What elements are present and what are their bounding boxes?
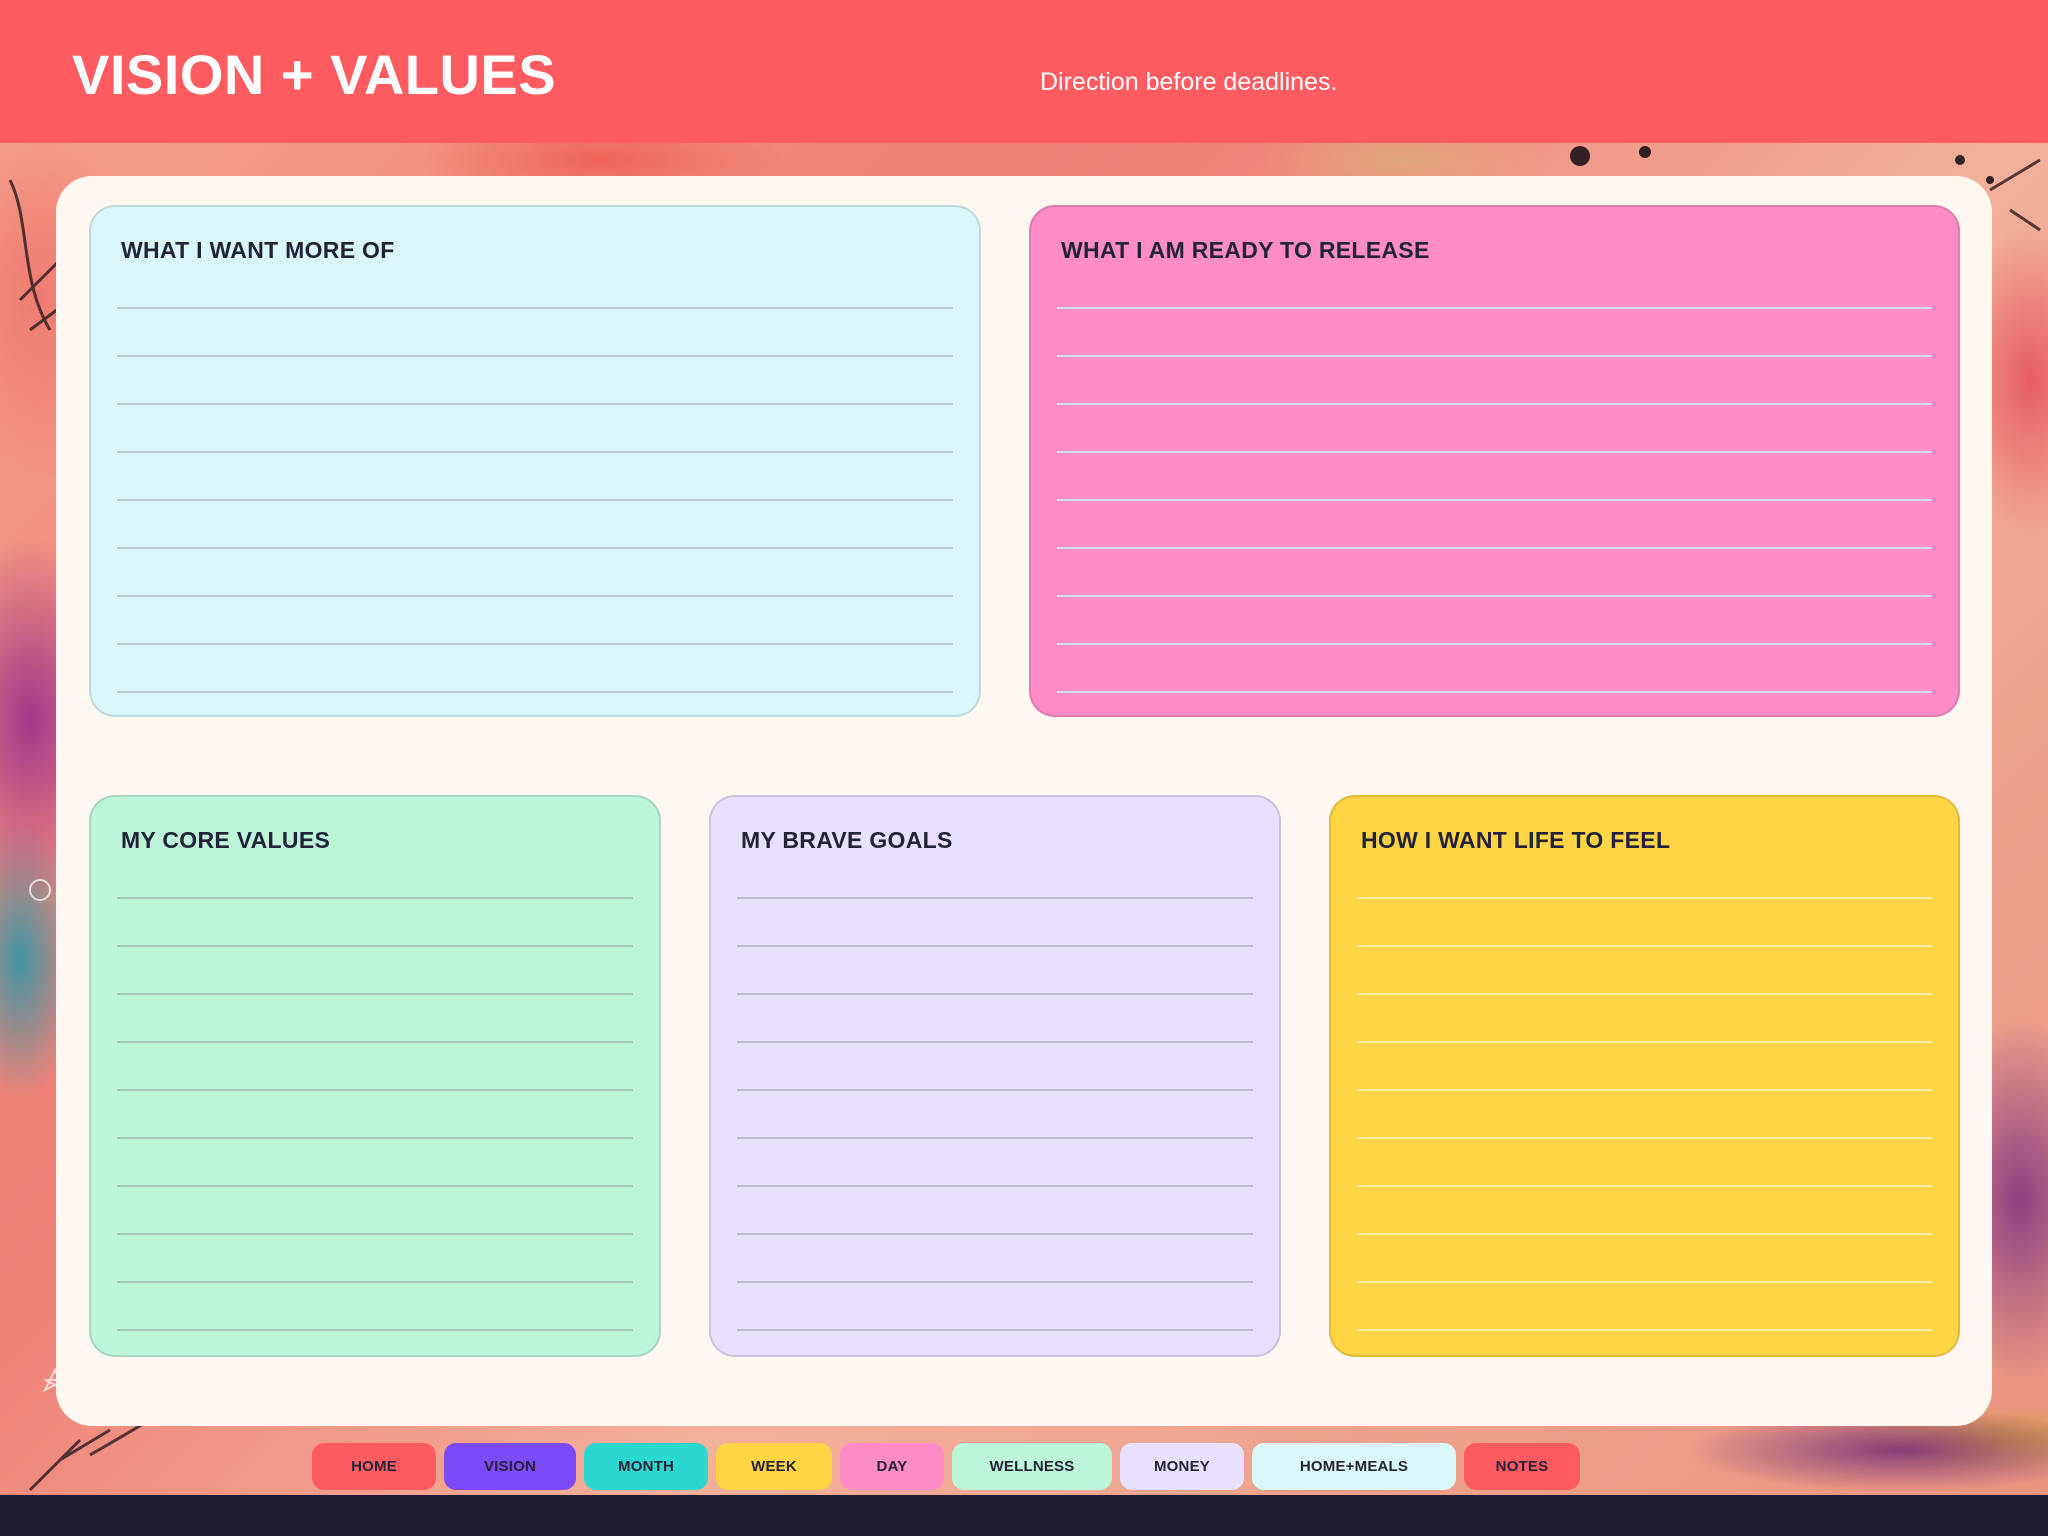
writing-lines[interactable] [737, 851, 1253, 1335]
writing-lines[interactable] [117, 851, 633, 1335]
card-how-i-want-life-to-feel[interactable]: HOW I WANT LIFE TO FEEL [1329, 795, 1960, 1357]
card-title: HOW I WANT LIFE TO FEEL [1361, 827, 1671, 853]
page-title: VISION + VALUES [72, 43, 557, 106]
nav-tab-home-meals[interactable]: HOME+MEALS [1252, 1443, 1456, 1490]
page-tagline: Direction before deadlines. [1040, 68, 1338, 96]
card-what-i-want-more-of[interactable]: WHAT I WANT MORE OF [89, 205, 981, 717]
card-title: WHAT I WANT MORE OF [121, 237, 395, 263]
card-title: MY CORE VALUES [121, 827, 331, 853]
card-title: MY BRAVE GOALS [741, 827, 953, 853]
nav-tab-notes[interactable]: NOTES [1464, 1443, 1580, 1490]
writing-lines[interactable] [1357, 851, 1932, 1335]
nav-tab-week[interactable]: WEEK [716, 1443, 832, 1490]
writing-lines[interactable] [117, 261, 953, 695]
nav-tab-wellness[interactable]: WELLNESS [952, 1443, 1112, 1490]
footer-bar [0, 1495, 2048, 1536]
card-what-i-am-ready-to-release[interactable]: WHAT I AM READY TO RELEASE [1029, 205, 1960, 717]
nav-tab-month[interactable]: MONTH [584, 1443, 708, 1490]
writing-lines[interactable] [1057, 261, 1932, 695]
header-bar: VISION + VALUES Direction before deadlin… [0, 0, 2048, 143]
nav-tab-home[interactable]: HOME [312, 1443, 436, 1490]
nav-tab-vision[interactable]: VISION [444, 1443, 576, 1490]
card-title: WHAT I AM READY TO RELEASE [1061, 237, 1430, 263]
nav-tab-day[interactable]: DAY [840, 1443, 944, 1490]
card-my-brave-goals[interactable]: MY BRAVE GOALS [709, 795, 1281, 1357]
card-my-core-values[interactable]: MY CORE VALUES [89, 795, 661, 1357]
nav-tab-money[interactable]: MONEY [1120, 1443, 1244, 1490]
